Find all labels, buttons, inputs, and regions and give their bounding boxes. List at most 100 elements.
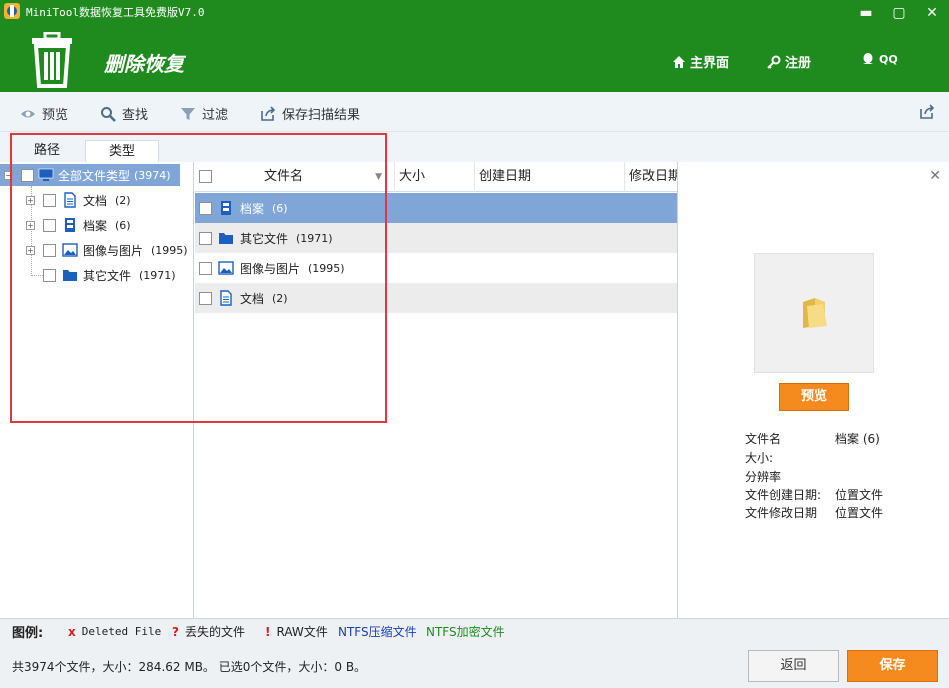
qq-icon [863, 53, 873, 64]
document-icon [64, 192, 76, 208]
tree-item-documents[interactable]: + 文档 (2) [0, 189, 131, 211]
row-checkbox[interactable] [199, 201, 212, 215]
legend-bar: 图例: x Deleted File ? 丢失的文件 ! RAW文件 NTFS压… [0, 618, 949, 644]
column-created[interactable]: 创建日期 [475, 162, 625, 192]
minimize-button[interactable]: ▬ [856, 4, 876, 22]
page-title: 删除恢复 [104, 52, 184, 76]
tab-bar: 路径 类型 [0, 132, 949, 162]
tree-checkbox[interactable] [43, 218, 56, 232]
legend-lost: ? 丢失的文件 [172, 623, 245, 640]
save-scan-button[interactable]: 保存扫描结果 [260, 104, 360, 123]
tree-item-other[interactable]: 其它文件 (1971) [0, 264, 176, 286]
tree-root-checkbox[interactable] [21, 168, 34, 182]
image-icon [218, 261, 234, 275]
image-icon [62, 243, 78, 257]
tree-checkbox[interactable] [43, 243, 56, 257]
archive-icon [65, 218, 75, 232]
tree-item-count: (2) [115, 193, 131, 207]
tree-root-all-types[interactable]: − 全部文件类型 (3974) [0, 164, 180, 186]
folder-icon [219, 233, 233, 244]
tab-type[interactable]: 类型 [85, 140, 159, 162]
nav-home[interactable]: 主界面 [672, 52, 729, 71]
tree-item-label: 档案 [83, 218, 108, 233]
legend-label: NTFS加密文件 [426, 625, 505, 639]
back-button[interactable]: 返回 [748, 650, 839, 682]
document-icon [220, 290, 232, 306]
folder-icon [63, 270, 77, 281]
row-name: 其它文件 [240, 231, 289, 246]
find-button[interactable]: 查找 [100, 104, 148, 123]
row-name: 档案 [240, 201, 265, 216]
preview-toolbar-label: 预览 [42, 108, 69, 123]
info-label-resolution: 分辨率 [745, 470, 782, 484]
legend-ntfs-encrypted: NTFS加密文件 [426, 623, 505, 640]
close-preview-icon[interactable]: ✕ [929, 168, 941, 184]
list-row[interactable]: 文档 (2) [195, 283, 677, 313]
info-label-modified: 文件修改日期 [745, 506, 818, 520]
folder-icon [803, 298, 827, 328]
export-icon [261, 105, 276, 121]
save-button[interactable]: 保存 [847, 650, 938, 682]
info-label-size: 大小: [745, 451, 774, 465]
column-name-label: 文件名 [264, 169, 304, 184]
expand-icon[interactable]: + [26, 220, 35, 230]
maximize-button[interactable]: ▢ [889, 4, 909, 22]
collapse-icon[interactable]: − [4, 170, 13, 180]
raw-mark-icon: ! [265, 624, 271, 639]
row-checkbox[interactable] [199, 261, 212, 275]
tree-item-count: (1971) [139, 268, 176, 282]
legend-raw: ! RAW文件 [265, 623, 328, 640]
nav-register[interactable]: 注册 [767, 52, 811, 71]
filter-label: 过滤 [202, 108, 229, 123]
legend-label: RAW文件 [276, 625, 328, 639]
nav-qq[interactable]: QQ [861, 52, 898, 66]
info-value-modified: 位置文件 [835, 506, 884, 520]
sort-arrow-icon: ▼ [375, 172, 382, 182]
tree-item-label: 文档 [83, 193, 108, 208]
nav-register-label: 注册 [785, 56, 812, 71]
expand-icon[interactable]: + [26, 195, 35, 205]
list-row[interactable]: 档案 (6) [195, 193, 677, 223]
info-value-filename: 档案 (6) [835, 432, 880, 446]
legend-label: 丢失的文件 [184, 625, 245, 639]
status-bar: 共3974个文件，大小：284.62 MB。 已选0个文件，大小：0 B。 返回… [0, 644, 949, 688]
filter-button[interactable]: 过滤 [180, 104, 228, 123]
row-count: (1995) [308, 261, 345, 275]
tree-item-images[interactable]: + 图像与图片 (1995) [0, 239, 188, 261]
expand-icon[interactable]: + [26, 245, 35, 255]
list-row[interactable]: 图像与图片 (1995) [195, 253, 677, 283]
tab-path[interactable]: 路径 [10, 140, 84, 162]
app-header: MiniTool数据恢复工具免费版V7.0 ▬ ▢ ✕ 删除恢复 主界面 注册 … [0, 0, 949, 92]
key-icon [767, 55, 781, 69]
file-list: 文件名 ▼ 大小 创建日期 修改日期 档案 (6) 其它文件 (1971) 图像… [195, 162, 678, 618]
row-count: (6) [272, 201, 288, 215]
lost-mark-icon: ? [172, 624, 179, 639]
legend-label: Deleted File [81, 625, 162, 638]
find-label: 查找 [122, 108, 149, 123]
legend-label: NTFS压缩文件 [338, 625, 417, 639]
row-name: 图像与图片 [240, 261, 301, 276]
preview-toolbar-button[interactable]: 预览 [20, 104, 68, 123]
preview-button[interactable]: 预览 [779, 383, 849, 411]
list-header: 文件名 ▼ 大小 创建日期 修改日期 [195, 162, 677, 192]
window-title: MiniTool数据恢复工具免费版V7.0 [26, 6, 205, 19]
row-checkbox[interactable] [199, 231, 212, 245]
tree-checkbox[interactable] [43, 268, 56, 282]
column-size[interactable]: 大小 [395, 162, 475, 192]
row-checkbox[interactable] [199, 291, 212, 305]
info-label-filename: 文件名 [745, 432, 782, 446]
close-button[interactable]: ✕ [922, 4, 942, 22]
list-row[interactable]: 其它文件 (1971) [195, 223, 677, 253]
search-icon [101, 106, 116, 122]
info-value-created: 位置文件 [835, 488, 884, 502]
app-logo-icon [4, 3, 20, 19]
tree-root-label: 全部文件类型 [58, 168, 131, 183]
computer-icon [38, 168, 54, 181]
share-icon[interactable] [919, 104, 935, 120]
column-name[interactable]: 文件名 ▼ [195, 162, 395, 192]
tree-item-archives[interactable]: + 档案 (6) [0, 214, 131, 236]
select-all-checkbox[interactable] [199, 170, 212, 183]
eye-icon [21, 110, 35, 117]
tree-checkbox[interactable] [43, 193, 56, 207]
column-modified[interactable]: 修改日期 [625, 162, 677, 192]
